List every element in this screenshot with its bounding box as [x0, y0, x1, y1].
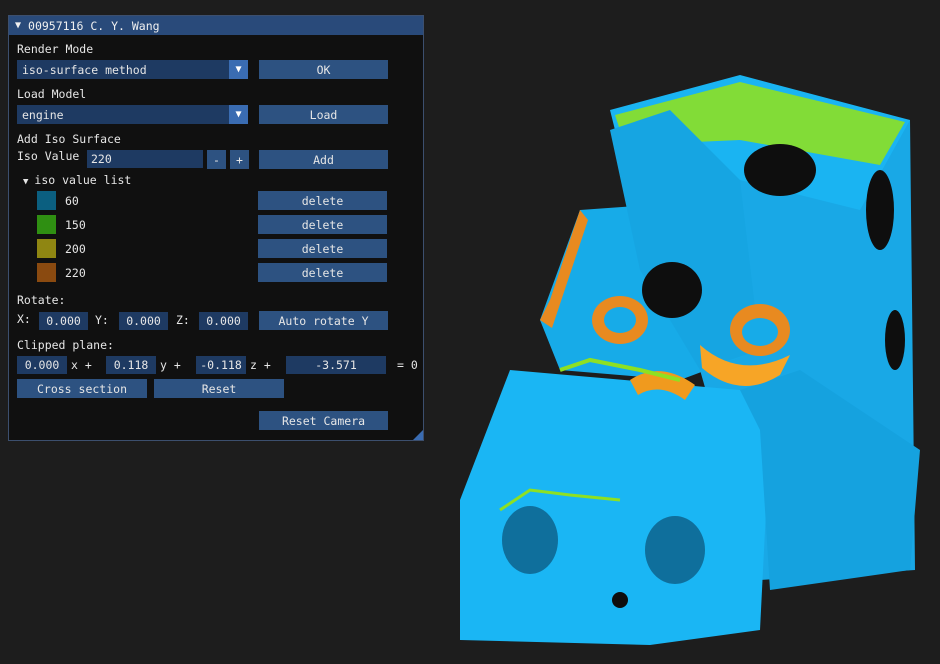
- render-mode-value: iso-surface method: [22, 62, 147, 77]
- iso-list-value: 200: [65, 242, 86, 256]
- iso-color-swatch-220[interactable]: [37, 263, 56, 282]
- rotate-y-value: 0.000: [126, 314, 161, 328]
- model-hole: [744, 144, 816, 196]
- iso-list-header-label: iso value list: [34, 173, 132, 187]
- render-mode-select[interactable]: iso-surface method ▼: [17, 60, 248, 79]
- iso-list-header[interactable]: ▼ iso value list: [23, 173, 131, 189]
- load-model-label: Load Model: [17, 87, 87, 101]
- model-hole: [645, 516, 705, 584]
- resize-grip-icon[interactable]: [413, 430, 423, 440]
- clip-d-slider[interactable]: -3.571: [286, 356, 386, 374]
- load-button[interactable]: Load: [259, 105, 388, 124]
- rotate-y-slider[interactable]: 0.000: [119, 312, 168, 330]
- clip-y-term: y +: [160, 358, 181, 372]
- add-iso-label: Add Iso Surface: [17, 132, 121, 146]
- iso-surface-model-view[interactable]: [440, 70, 930, 650]
- model-hole: [866, 170, 894, 250]
- render-mode-label: Render Mode: [17, 42, 94, 56]
- iso-increment-button[interactable]: +: [230, 150, 249, 169]
- model-hole: [502, 506, 558, 574]
- clip-a-value: 0.000: [24, 358, 60, 372]
- ok-button[interactable]: OK: [259, 60, 388, 79]
- rotate-x-slider[interactable]: 0.000: [39, 312, 88, 330]
- iso-color-swatch-150[interactable]: [37, 215, 56, 234]
- reset-button[interactable]: Reset: [154, 379, 284, 398]
- model-hole: [612, 592, 628, 608]
- clip-x-term: x +: [71, 358, 92, 372]
- iso-list-value: 150: [65, 218, 86, 232]
- iso-color-swatch-60[interactable]: [37, 191, 56, 210]
- clip-b-value: 0.118: [113, 358, 149, 372]
- panel-titlebar[interactable]: ▼ 00957116 C. Y. Wang: [9, 16, 423, 35]
- iso-value-input[interactable]: 220: [87, 150, 203, 168]
- iso-decrement-button[interactable]: -: [207, 150, 226, 169]
- add-button[interactable]: Add: [259, 150, 388, 169]
- iso-list-value: 220: [65, 266, 86, 280]
- iso-list-value: 60: [65, 194, 79, 208]
- rotate-x-value: 0.000: [46, 314, 81, 328]
- collapse-triangle-icon[interactable]: ▼: [15, 20, 21, 31]
- delete-button-150[interactable]: delete: [258, 215, 387, 234]
- model-hole: [885, 310, 905, 370]
- clip-a-slider[interactable]: 0.000: [17, 356, 67, 374]
- clip-c-value: -0.118: [200, 358, 242, 372]
- rotate-label: Rotate:: [17, 293, 66, 307]
- model-hole: [642, 262, 702, 318]
- auto-rotate-y-button[interactable]: Auto rotate Y: [259, 311, 388, 330]
- tree-expanded-icon: ▼: [23, 177, 29, 187]
- control-panel: ▼ 00957116 C. Y. Wang Render Mode iso-su…: [8, 15, 424, 441]
- clip-c-slider[interactable]: -0.118: [196, 356, 246, 374]
- cross-section-button[interactable]: Cross section: [17, 379, 147, 398]
- rotate-y-label: Y:: [95, 313, 109, 327]
- clip-plane-label: Clipped plane:: [17, 338, 114, 352]
- load-model-select[interactable]: engine ▼: [17, 105, 248, 124]
- iso-color-swatch-200[interactable]: [37, 239, 56, 258]
- load-model-value: engine: [22, 107, 64, 122]
- chevron-down-icon[interactable]: ▼: [229, 105, 248, 124]
- delete-button-220[interactable]: delete: [258, 263, 387, 282]
- iso-value-label: Iso Value: [17, 149, 80, 163]
- chevron-down-icon[interactable]: ▼: [229, 60, 248, 79]
- delete-button-200[interactable]: delete: [258, 239, 387, 258]
- clip-equals: = 0: [397, 358, 418, 372]
- rotate-x-label: X:: [17, 312, 31, 326]
- panel-title: 00957116 C. Y. Wang: [28, 18, 160, 33]
- model-ring-inner: [604, 307, 636, 333]
- clip-d-value: -3.571: [315, 358, 357, 372]
- rotate-z-slider[interactable]: 0.000: [199, 312, 248, 330]
- model-ring-inner: [742, 318, 778, 346]
- clip-z-term: z +: [250, 358, 271, 372]
- delete-button-60[interactable]: delete: [258, 191, 387, 210]
- rotate-z-label: Z:: [176, 313, 190, 327]
- clip-b-slider[interactable]: 0.118: [106, 356, 156, 374]
- reset-camera-button[interactable]: Reset Camera: [259, 411, 388, 430]
- rotate-z-value: 0.000: [206, 314, 241, 328]
